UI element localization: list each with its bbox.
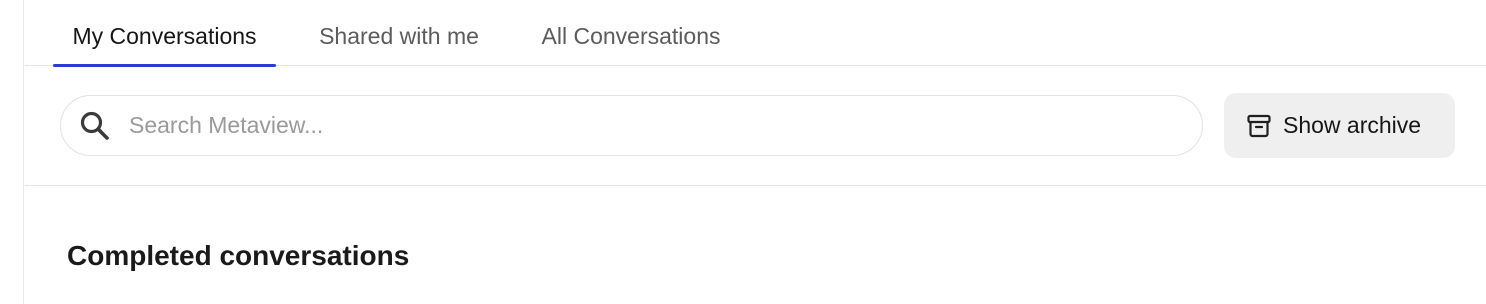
tab-my-conversations[interactable]: My Conversations bbox=[53, 0, 276, 67]
tab-label: All Conversations bbox=[541, 22, 721, 49]
search-input[interactable] bbox=[129, 96, 1179, 155]
section-title: Completed conversations bbox=[67, 240, 410, 271]
search-toolbar: Show archive bbox=[25, 66, 1486, 186]
app-frame: My Conversations Shared with me All Conv… bbox=[0, 0, 1486, 304]
tab-label: My Conversations bbox=[72, 22, 257, 49]
conversation-tabs: My Conversations Shared with me All Conv… bbox=[25, 0, 1486, 67]
search-icon bbox=[80, 111, 109, 140]
tab-all-conversations[interactable]: All Conversations bbox=[525, 0, 737, 66]
search-box[interactable] bbox=[60, 95, 1203, 156]
tab-shared-with-me[interactable]: Shared with me bbox=[301, 0, 497, 66]
show-archive-button[interactable]: Show archive bbox=[1224, 93, 1455, 158]
left-sidebar-edge bbox=[0, 0, 24, 304]
archive-box-icon bbox=[1247, 114, 1271, 138]
main-content: My Conversations Shared with me All Conv… bbox=[25, 0, 1486, 304]
tab-label: Shared with me bbox=[319, 22, 479, 49]
show-archive-label: Show archive bbox=[1283, 112, 1422, 138]
